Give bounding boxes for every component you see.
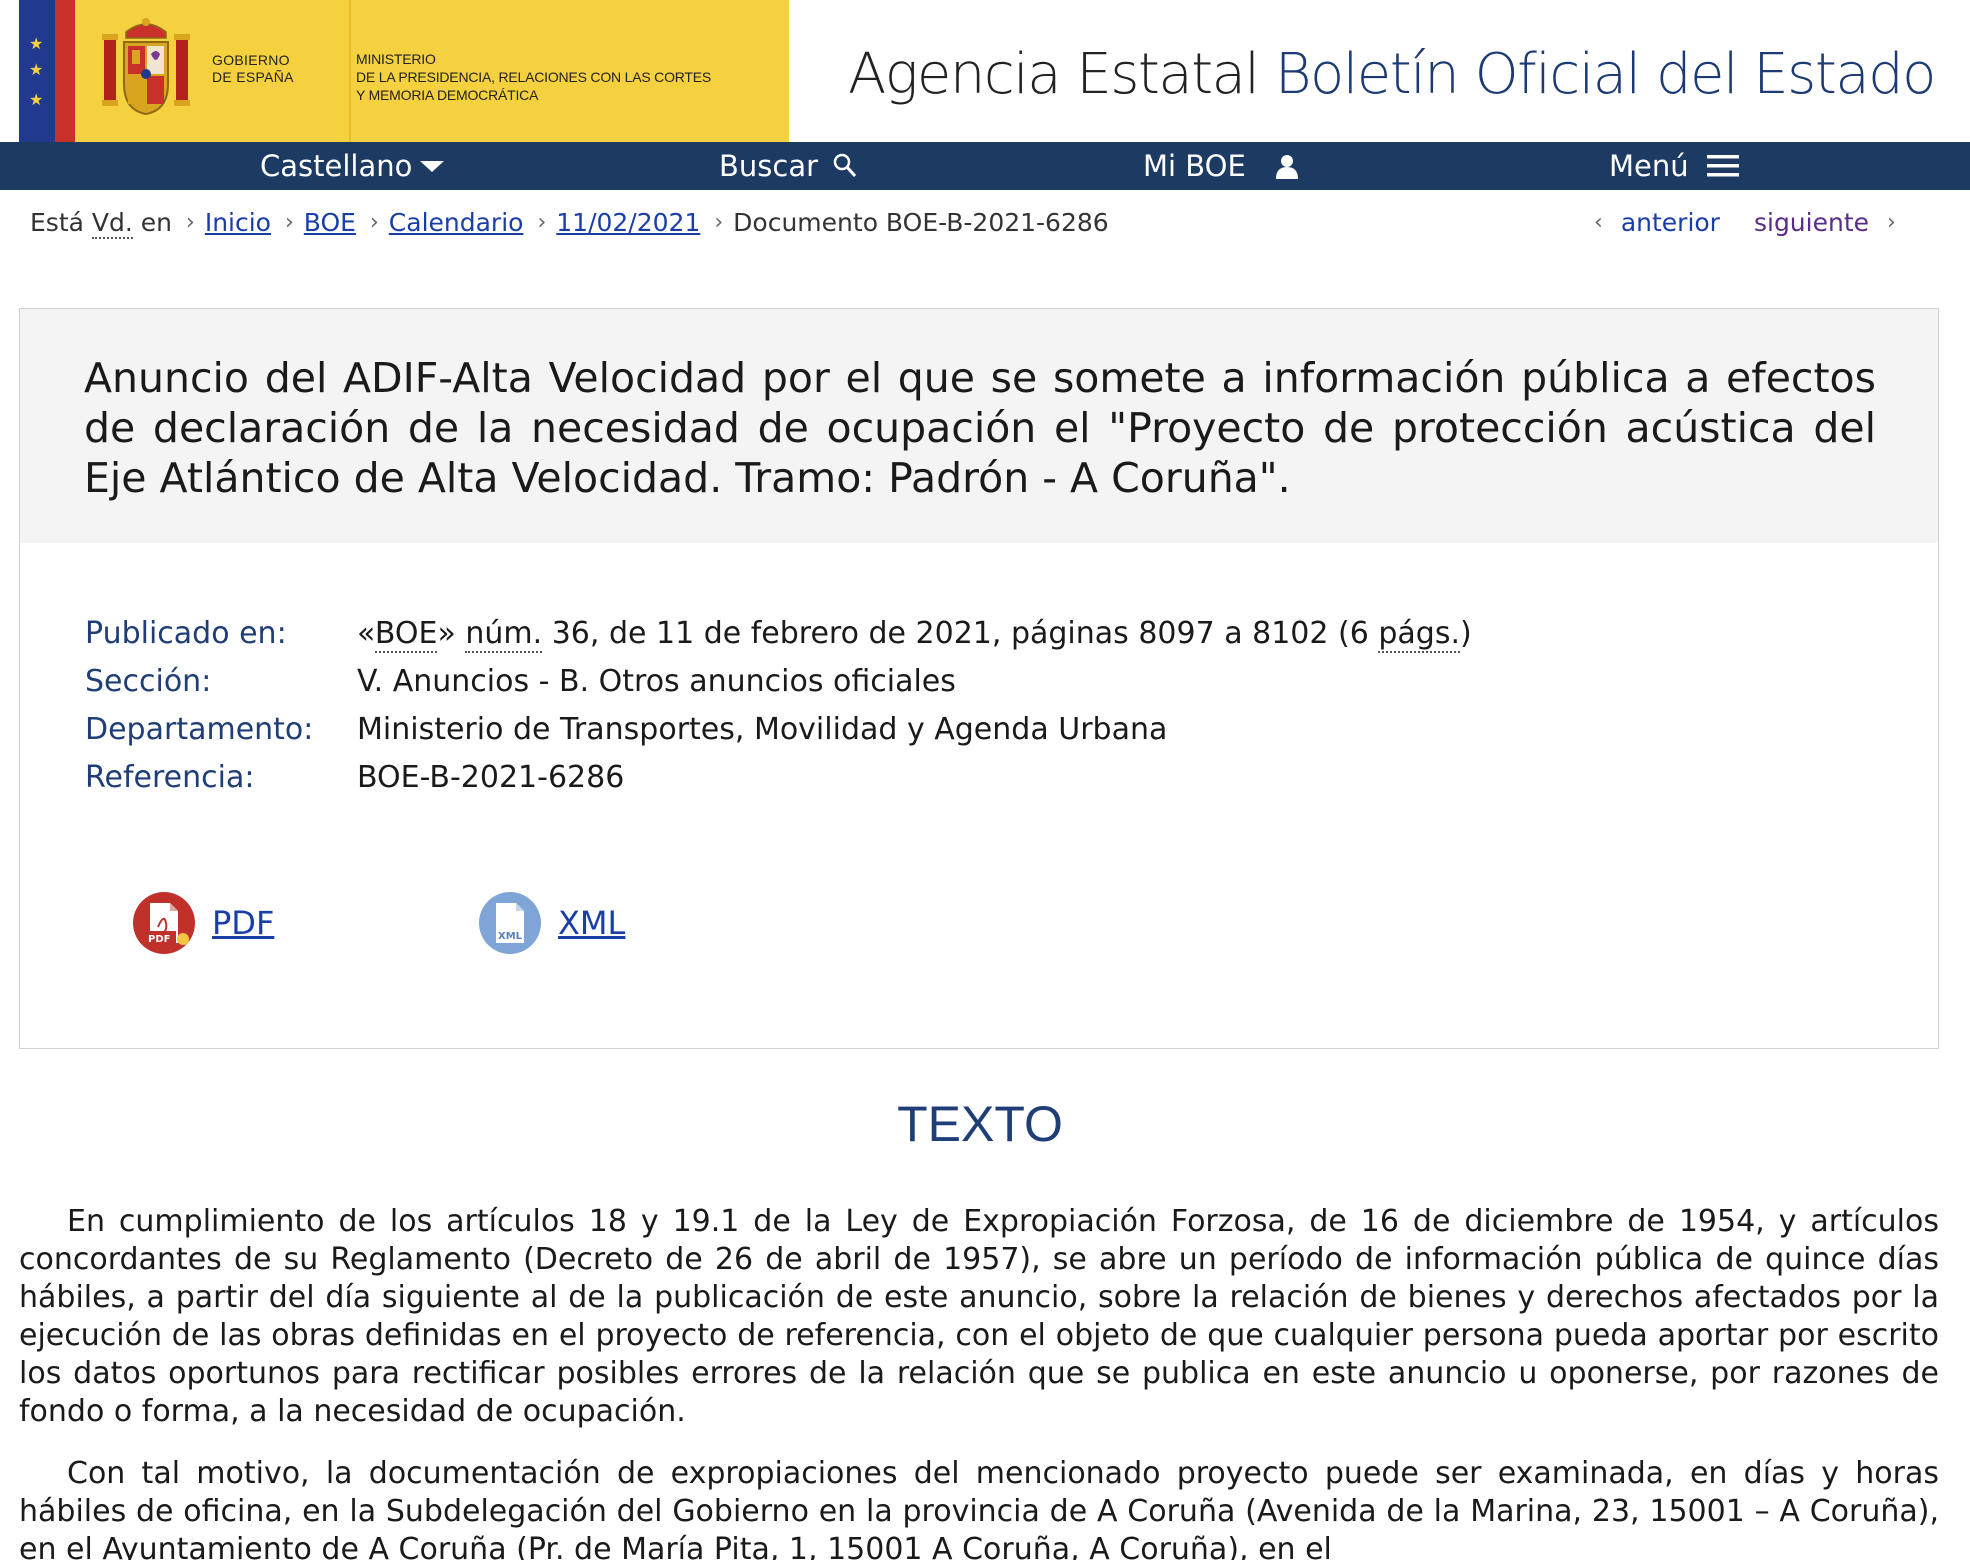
search-nav-label: Buscar [719, 149, 819, 183]
ministry-label[interactable]: Ministerio de la Presidencia, Relaciones… [356, 50, 711, 104]
document-title-box: Anuncio del ADIF-Alta Velocidad por el q… [19, 308, 1939, 544]
eu-flag-band: ★ ★ ★ [19, 0, 55, 142]
coat-of-arms-icon [102, 18, 190, 116]
chevron-right-icon: › [714, 209, 724, 235]
reference-value: BOE-B-2021-6286 [357, 759, 625, 795]
pdf-icon: PDF [133, 892, 195, 954]
breadcrumb-prefix-word: en [140, 207, 173, 237]
breadcrumb-prefix-abbr: Vd. [91, 207, 133, 239]
next-document-link[interactable]: siguiente [1754, 208, 1869, 237]
breadcrumb-item-boe[interactable]: BOE [304, 208, 356, 237]
pdf-link-label: PDF [212, 904, 275, 942]
published-value: «BOE» núm. 36, de 11 de febrero de 2021,… [357, 615, 1472, 653]
section-label: Sección: [85, 663, 212, 699]
chevron-right-icon: › [537, 209, 547, 235]
menu-button[interactable]: Menú [1609, 142, 1739, 190]
breadcrumb-item-date[interactable]: 11/02/2021 [556, 208, 700, 237]
ministry-label-line2: de la Presidencia, Relaciones con las Co… [356, 69, 712, 85]
caret-down-icon [420, 161, 445, 172]
site-title-link[interactable]: Agencia Estatal Boletín Oficial del Esta… [848, 42, 1937, 107]
hamburger-icon [1706, 155, 1739, 177]
search-nav-button[interactable]: Buscar [719, 142, 858, 190]
breadcrumb: Está Vd. en › Inicio › BOE › Calendario … [30, 204, 1109, 240]
boe-abbr: BOE [374, 615, 438, 653]
section-value: V. Anuncios - B. Otros anuncios oficiale… [357, 663, 956, 699]
site-title-name: Boletín Oficial del Estado [1274, 42, 1937, 107]
menu-label: Menú [1609, 149, 1689, 183]
num-abbr: núm. [465, 615, 543, 653]
eu-star-icon: ★ [29, 60, 44, 79]
reference-label: Referencia: [85, 759, 255, 795]
user-icon [1275, 155, 1298, 179]
breadcrumb-item-inicio[interactable]: Inicio [205, 208, 271, 237]
meta-row-published: Publicado en: «BOE» núm. 36, de 11 de fe… [85, 611, 1472, 655]
ministry-label-line3: y Memoria Democrática [356, 87, 539, 103]
xml-download-link[interactable]: XML XML [478, 891, 625, 955]
xml-link-label: XML [558, 904, 626, 942]
eu-star-icon: ★ [29, 34, 44, 53]
ministry-label-line1: Ministerio [356, 51, 436, 67]
chevron-right-icon: › [284, 209, 294, 235]
xml-icon: XML [479, 892, 541, 954]
government-label[interactable]: Gobierno de España [212, 52, 294, 86]
my-boe-label: Mi BOE [1143, 149, 1246, 183]
site-title-prefix: Agencia Estatal [848, 42, 1260, 107]
department-value: Ministerio de Transportes, Movilidad y A… [357, 711, 1168, 747]
published-label: Publicado en: [85, 615, 287, 651]
language-selector[interactable]: Castellano [260, 142, 446, 190]
breadcrumb-item-calendario[interactable]: Calendario [389, 208, 524, 237]
breadcrumb-prefix-word: Está [30, 207, 84, 237]
meta-row-reference: Referencia: BOE-B-2021-6286 [85, 755, 624, 799]
government-label-line2: de España [212, 69, 294, 85]
main-nav: Castellano Buscar Mi BOE Menú [0, 142, 1970, 190]
document-pager: ‹ anterior siguiente › [1594, 204, 1896, 240]
texto-heading: TEXTO [897, 1096, 1063, 1152]
quote-open: « [357, 615, 375, 651]
chevron-left-icon: ‹ [1594, 209, 1603, 235]
site-header: ★ ★ ★ Gobierno de España Ministerio de l… [0, 0, 1970, 142]
language-selector-label: Castellano [260, 149, 413, 183]
chevron-right-icon: › [186, 209, 195, 235]
xml-icon-text: XML [498, 931, 523, 942]
paren-close: ) [1459, 615, 1472, 651]
meta-row-department: Departamento: Ministerio de Transportes,… [85, 707, 1167, 751]
published-details: 36, de 11 de febrero de 2021, páginas 80… [551, 615, 1369, 651]
text-paragraph: En cumplimiento de los artículos 18 y 19… [19, 1204, 1939, 1429]
breadcrumb-current: Documento BOE-B-2021-6286 [733, 207, 1109, 237]
search-icon [833, 153, 857, 177]
department-label: Departamento: [85, 711, 314, 747]
government-label-line1: Gobierno [212, 52, 290, 68]
spain-flag-band [55, 0, 75, 142]
document-metadata-box: Publicado en: «BOE» núm. 36, de 11 de fe… [19, 543, 1939, 1049]
my-boe-button[interactable]: Mi BOE [1143, 142, 1300, 190]
breadcrumb-prefix: Está Vd. en [30, 207, 173, 239]
eu-spain-flag-strip: ★ ★ ★ [19, 0, 75, 142]
meta-row-section: Sección: V. Anuncios - B. Otros anuncios… [85, 659, 956, 703]
chevron-right-icon: › [1887, 209, 1896, 235]
pdf-download-link[interactable]: PDF PDF [132, 891, 274, 955]
text-paragraph: Con tal motivo, la documentación de expr… [19, 1456, 1939, 1560]
eu-star-icon: ★ [29, 90, 44, 109]
document-title: Anuncio del ADIF-Alta Velocidad por el q… [84, 354, 1876, 502]
previous-document-link[interactable]: anterior [1621, 208, 1720, 237]
banner-divider [349, 0, 351, 142]
quote-close: » [437, 615, 456, 651]
chevron-right-icon: › [369, 209, 379, 235]
pdf-icon-text: PDF [148, 934, 170, 945]
pags-abbr: págs. [1378, 615, 1460, 653]
